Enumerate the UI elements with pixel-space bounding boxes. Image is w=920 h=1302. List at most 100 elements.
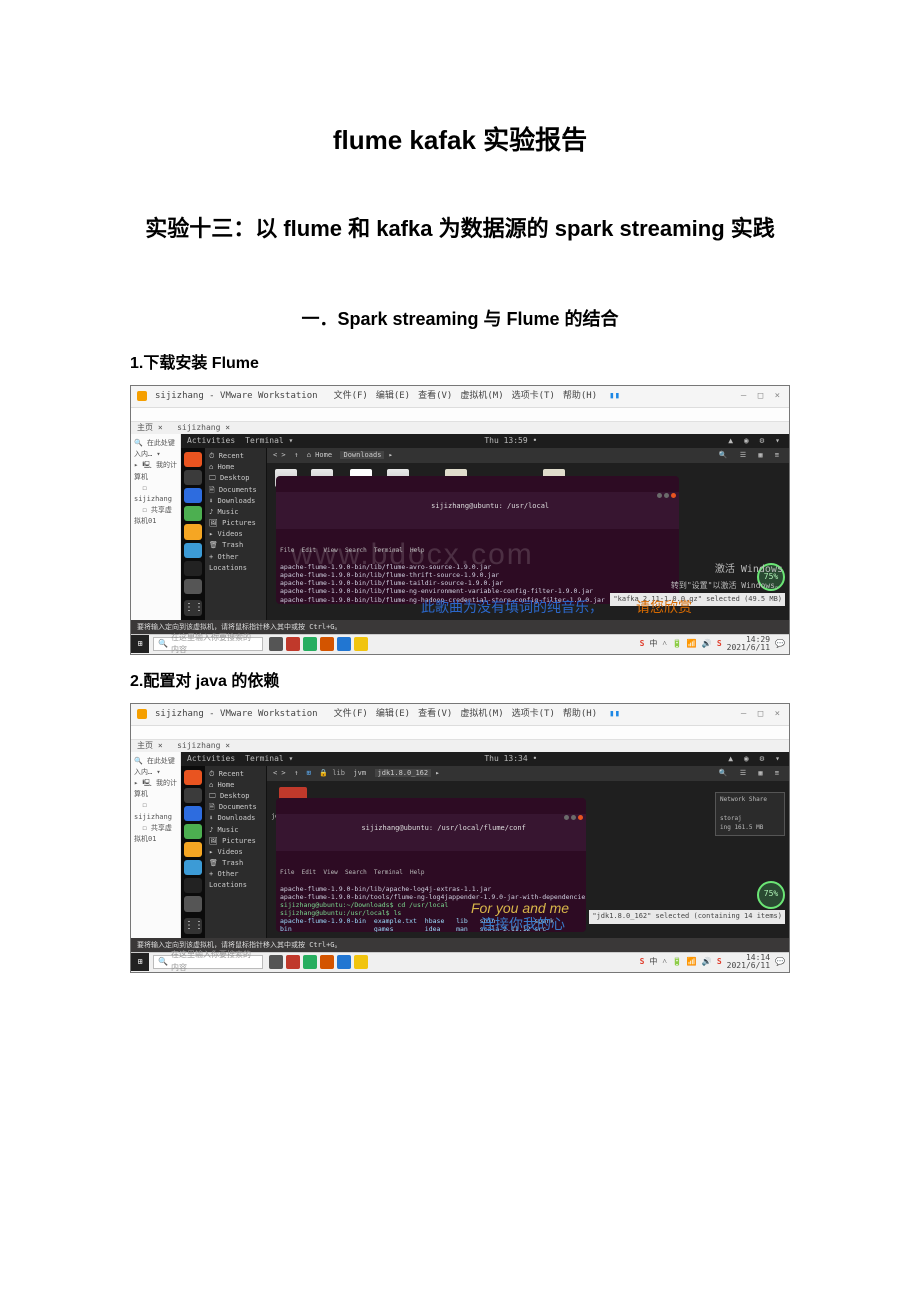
side-home[interactable]: ⌂ Home xyxy=(209,780,262,791)
task-ftp-icon[interactable] xyxy=(286,637,300,651)
task-ftp-icon[interactable] xyxy=(286,955,300,969)
gnome-dock[interactable]: ⋮⋮⋮ xyxy=(181,448,205,620)
tab-bar[interactable]: 主页 × sijizhang × xyxy=(131,740,789,752)
tray-notifications-icon[interactable]: 💬 xyxy=(775,638,785,651)
taskbar-search[interactable]: 🔍 在这里输入你要搜索的内容 xyxy=(153,637,263,651)
tray-clock[interactable]: 14:142021/6/11 xyxy=(727,954,770,970)
terminal-app-label[interactable]: Terminal ▾ xyxy=(235,434,293,448)
tab-guest[interactable]: sijizhang xyxy=(177,741,220,750)
menu-file[interactable]: 文件(F) xyxy=(334,707,368,721)
files-icon[interactable] xyxy=(184,470,202,485)
vmware-menubar[interactable]: sijizhang - VMware Workstation 文件(F) 编辑(… xyxy=(131,704,789,726)
settings-icon[interactable] xyxy=(184,579,202,594)
tray-security-icon[interactable]: S xyxy=(717,956,722,969)
menu-tab[interactable]: 选项卡(T) xyxy=(512,707,555,721)
task-icon[interactable] xyxy=(269,955,283,969)
side-pictures[interactable]: 🖼 Pictures xyxy=(209,518,262,529)
terminal-titlebar[interactable]: sijizhang@ubuntu: /usr/local xyxy=(276,492,679,529)
side-downloads[interactable]: ⬇ Downloads xyxy=(209,813,262,824)
menu-help[interactable]: 帮助(H) xyxy=(563,707,597,721)
tray-ime[interactable]: 中 xyxy=(649,956,657,969)
tab-home[interactable]: 主页 xyxy=(137,741,153,750)
side-desktop[interactable]: 🖵 Desktop xyxy=(209,791,262,802)
tray-security-icon[interactable]: S xyxy=(717,638,722,651)
start-button[interactable]: ⊞ xyxy=(131,953,149,971)
menu-edit[interactable]: 编辑(E) xyxy=(376,389,410,403)
side-trash[interactable]: 🗑 Trash xyxy=(209,858,262,869)
side-other[interactable]: + Other Locations xyxy=(209,869,262,891)
task-icon[interactable] xyxy=(303,955,317,969)
menu-vm[interactable]: 虚拟机(M) xyxy=(460,707,503,721)
terminal-titlebar[interactable]: sijizhang@ubuntu: /usr/local/flume/conf xyxy=(276,814,586,851)
firefox-icon[interactable] xyxy=(184,770,202,785)
task-vmware-icon[interactable] xyxy=(320,637,334,651)
app-grid-icon[interactable]: ⋮⋮⋮ xyxy=(184,600,202,616)
start-button[interactable]: ⊞ xyxy=(131,635,149,653)
nautilus-breadcrumb[interactable]: < > ↑ ⊞ 🔒 lib jvm jdk1.8.0_162 ▸ 🔍 ☰ ▦ ≡ xyxy=(267,766,789,781)
side-home[interactable]: ⌂ Home xyxy=(209,462,262,473)
terminal-app-label[interactable]: Terminal ▾ xyxy=(235,752,293,766)
libreoffice-icon[interactable] xyxy=(184,824,202,839)
side-videos[interactable]: ▸ Videos xyxy=(209,529,262,540)
nautilus-breadcrumb[interactable]: < > ↑ ⌂ Home Downloads ▸ 🔍 ☰ ▦ ≡ xyxy=(267,448,789,463)
tab-bar[interactable]: 主页 × sijizhang × xyxy=(131,422,789,434)
side-recent[interactable]: ⏱ Recent xyxy=(209,769,262,780)
nautilus-sidebar[interactable]: ⏱ Recent ⌂ Home 🖵 Desktop 🗎 Documents ⬇ … xyxy=(205,766,267,938)
task-word-icon[interactable] xyxy=(337,955,351,969)
menu-view[interactable]: 查看(V) xyxy=(418,389,452,403)
terminal-icon[interactable] xyxy=(184,878,202,893)
pause-icon[interactable]: ▮▮ xyxy=(609,707,620,721)
task-icon[interactable] xyxy=(269,637,283,651)
tab-home[interactable]: 主页 xyxy=(137,423,153,432)
side-desktop[interactable]: 🖵 Desktop xyxy=(209,473,262,484)
side-other[interactable]: + Other Locations xyxy=(209,552,262,574)
side-downloads[interactable]: ⬇ Downloads xyxy=(209,496,262,507)
vmware-library-tree[interactable]: 🔍 在此处键入内… ▾ ▸ 🖳 我的计算机 ☐ sijizhang ☐ 共享虚拟… xyxy=(131,434,181,620)
settings-icon[interactable] xyxy=(184,896,202,911)
task-icon[interactable] xyxy=(303,637,317,651)
windows-taskbar[interactable]: ⊞ 🔍 在这里输入你要搜索的内容 S 中 ˄ 🔋 📶 🔊 S 14:292021… xyxy=(131,634,789,654)
gnome-tray-icons[interactable]: ▲ ◉ ⚙ ▾ xyxy=(728,752,789,766)
task-icons[interactable] xyxy=(269,637,368,651)
task-folder-icon[interactable] xyxy=(354,637,368,651)
terminal-menubar[interactable]: File Edit View Search Terminal Help xyxy=(280,869,582,877)
side-pictures[interactable]: 🖼 Pictures xyxy=(209,836,262,847)
menu-help[interactable]: 帮助(H) xyxy=(563,389,597,403)
task-folder-icon[interactable] xyxy=(354,955,368,969)
tray-ime[interactable]: 中 xyxy=(649,638,657,651)
menu-tab[interactable]: 选项卡(T) xyxy=(512,389,555,403)
menu-vm[interactable]: 虚拟机(M) xyxy=(460,389,503,403)
gnome-top-bar[interactable]: Activities Terminal ▾ Thu 13:34 • ▲ ◉ ⚙ … xyxy=(181,752,789,766)
pause-icon[interactable]: ▮▮ xyxy=(609,389,620,403)
tray-sogou-icon[interactable]: S xyxy=(640,638,645,651)
system-tray[interactable]: S 中 ˄ 🔋 📶 🔊 S 14:292021/6/11 💬 xyxy=(640,636,789,652)
vmware-toolbar[interactable] xyxy=(131,726,789,740)
tray-sogou-icon[interactable]: S xyxy=(640,956,645,969)
vmware-library-tree[interactable]: 🔍 在此处键入内… ▾ ▸ 🖳 我的计算机 ☐ sijizhang ☐ 共享虚拟… xyxy=(131,752,181,938)
tray-chevron-icon[interactable]: ˄ xyxy=(662,956,667,969)
gnome-tray-icons[interactable]: ▲ ◉ ⚙ ▾ xyxy=(728,434,789,448)
firefox-icon[interactable] xyxy=(184,452,202,467)
gnome-top-bar[interactable]: Activities Terminal ▾ Thu 13:59 • ▲ ◉ ⚙ … xyxy=(181,434,789,448)
taskbar-search[interactable]: 🔍 在这里输入你要搜索的内容 xyxy=(153,955,263,969)
tray-notifications-icon[interactable]: 💬 xyxy=(775,956,785,969)
menu-view[interactable]: 查看(V) xyxy=(418,707,452,721)
side-music[interactable]: ♪ Music xyxy=(209,507,262,518)
terminal-icon[interactable] xyxy=(184,561,202,576)
menu-edit[interactable]: 编辑(E) xyxy=(376,707,410,721)
vmware-toolbar[interactable] xyxy=(131,408,789,422)
libreoffice-icon[interactable] xyxy=(184,506,202,521)
amazon-icon[interactable] xyxy=(184,524,202,539)
software-icon[interactable] xyxy=(184,488,202,503)
tab-guest[interactable]: sijizhang xyxy=(177,423,220,432)
files-icon[interactable] xyxy=(184,788,202,803)
windows-taskbar[interactable]: ⊞ 🔍 在这里输入你要搜索的内容 S 中 ˄ 🔋 📶 🔊 S 14:142021… xyxy=(131,952,789,972)
task-word-icon[interactable] xyxy=(337,637,351,651)
task-icons[interactable] xyxy=(269,955,368,969)
activities-button[interactable]: Activities xyxy=(181,434,235,448)
side-recent[interactable]: ⏱ Recent xyxy=(209,451,262,462)
software-icon[interactable] xyxy=(184,806,202,821)
help-icon[interactable] xyxy=(184,860,202,875)
tray-chevron-icon[interactable]: ˄ xyxy=(662,638,667,651)
side-trash[interactable]: 🗑 Trash xyxy=(209,540,262,551)
